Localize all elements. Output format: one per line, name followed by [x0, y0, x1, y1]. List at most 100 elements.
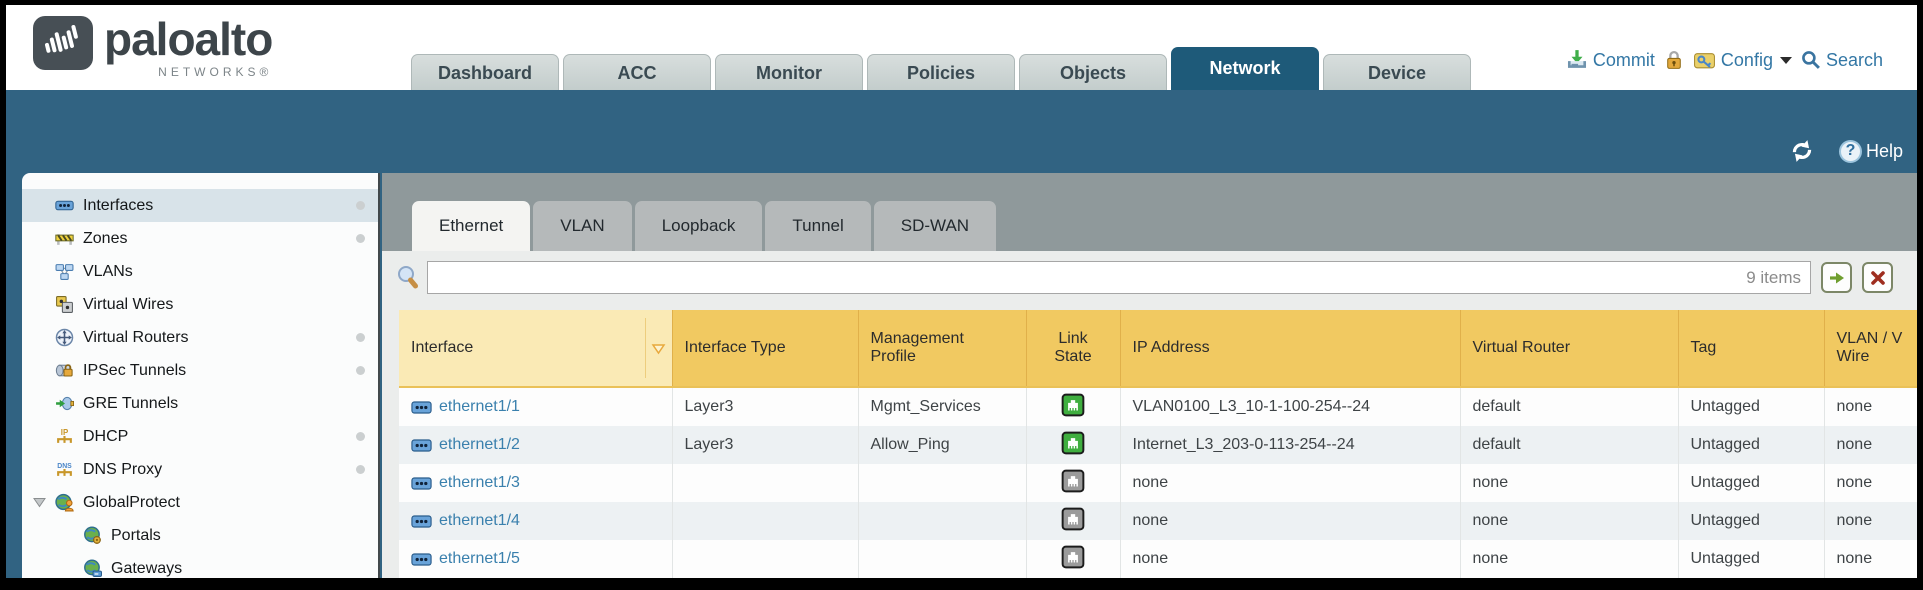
table-row[interactable]: ethernet1/2 Layer3 Allow_Ping Internet_L…	[399, 426, 1917, 464]
tab-policies[interactable]: Policies	[867, 54, 1015, 90]
sidebar-item-gre-tunnels[interactable]: GRE Tunnels	[22, 387, 378, 420]
cell-vlan-wire: none	[1824, 426, 1917, 464]
tab-device[interactable]: Device	[1323, 54, 1471, 90]
banner-bar: ? Help	[6, 90, 1917, 173]
cell-vlan-wire: none	[1824, 464, 1917, 502]
help-label: Help	[1866, 141, 1903, 162]
sidebar-item-label: Portals	[111, 527, 161, 545]
ethernet-pane: 9 items	[382, 251, 1917, 578]
paloalto-logo: paloalto NETWORKS®	[32, 15, 272, 79]
cell-interface-type: Layer3	[672, 387, 858, 426]
cell-ip-address: none	[1120, 540, 1460, 578]
sidebar-item-virtual-routers[interactable]: Virtual Routers	[22, 321, 378, 354]
config-label: Config	[1721, 50, 1773, 71]
app-window: paloalto NETWORKS® Dashboard ACC Monitor…	[6, 5, 1917, 578]
interface-link[interactable]: ethernet1/4	[411, 512, 660, 530]
cell-interface-type	[672, 502, 858, 540]
table-row[interactable]: ethernet1/4 none none Untagged	[399, 502, 1917, 540]
cell-virtual-router: default	[1460, 387, 1678, 426]
sidebar-item-globalprotect[interactable]: GlobalProtect	[22, 486, 378, 519]
ethernet-interface-icon	[411, 553, 432, 566]
item-dot	[356, 465, 365, 474]
tab-objects[interactable]: Objects	[1019, 54, 1167, 90]
brand-wordmark: paloalto	[104, 15, 272, 63]
interface-link[interactable]: ethernet1/1	[411, 398, 660, 416]
cell-ip-address: VLAN0100_L3_10-1-100-254--24	[1120, 387, 1460, 426]
search-button[interactable]: Search	[1801, 50, 1883, 71]
interface-link[interactable]: ethernet1/3	[411, 474, 660, 492]
clear-filter-button[interactable]	[1862, 262, 1893, 293]
subtab-vlan[interactable]: VLAN	[533, 201, 631, 251]
sidebar-item-virtual-wires[interactable]: Virtual Wires	[22, 288, 378, 321]
portals-icon	[83, 526, 102, 545]
item-dot	[356, 333, 365, 342]
subtab-sdwan[interactable]: SD-WAN	[874, 201, 996, 251]
column-header-management-profile[interactable]: Management Profile	[858, 310, 1026, 387]
column-header-interface[interactable]: Interface	[399, 310, 672, 387]
subtab-loopback[interactable]: Loopback	[635, 201, 763, 251]
interface-name: ethernet1/4	[439, 512, 520, 530]
commit-button[interactable]: Commit	[1566, 49, 1655, 71]
sidebar-item-dns-proxy[interactable]: DNS DNS Proxy	[22, 453, 378, 486]
sort-dropdown-icon[interactable]	[645, 318, 672, 378]
tab-network[interactable]: Network	[1171, 47, 1319, 90]
sidebar-item-label: GRE Tunnels	[83, 395, 178, 413]
virtual-routers-icon	[55, 328, 74, 347]
cell-interface-type	[672, 540, 858, 578]
table-row[interactable]: ethernet1/5 none none Untagged	[399, 540, 1917, 578]
column-header-ip-address[interactable]: IP Address	[1120, 310, 1460, 387]
sidebar-item-label: Gateways	[111, 560, 182, 578]
interface-subtabs: Ethernet VLAN Loopback Tunnel SD-WAN	[412, 173, 1917, 251]
sidebar-item-label: Interfaces	[83, 197, 153, 215]
tab-monitor[interactable]: Monitor	[715, 54, 863, 90]
column-header-vlan-wire[interactable]: VLAN / V Wire	[1824, 310, 1917, 387]
subtab-ethernet[interactable]: Ethernet	[412, 201, 530, 251]
table-row[interactable]: ethernet1/3 none none Untagged	[399, 464, 1917, 502]
interface-link[interactable]: ethernet1/5	[411, 550, 660, 568]
gre-tunnels-icon	[55, 394, 74, 413]
tab-acc[interactable]: ACC	[563, 54, 711, 90]
green-arrow-icon	[1828, 269, 1846, 287]
sidebar-item-portals[interactable]: Portals	[22, 519, 378, 552]
filter-input[interactable]	[427, 261, 1811, 294]
commit-label: Commit	[1593, 50, 1655, 71]
collapse-expander-icon[interactable]	[33, 497, 46, 508]
ethernet-interface-icon	[411, 439, 432, 452]
cell-management-profile: Mgmt_Services	[858, 387, 1026, 426]
help-button[interactable]: ? Help	[1839, 140, 1903, 163]
sidebar-item-label: Zones	[83, 230, 127, 248]
cell-vlan-wire: none	[1824, 387, 1917, 426]
sidebar-item-interfaces[interactable]: Interfaces	[22, 189, 378, 222]
cell-ip-address: none	[1120, 502, 1460, 540]
globalprotect-icon	[55, 493, 74, 512]
table-row[interactable]: ethernet1/1 Layer3 Mgmt_Services VLAN010…	[399, 387, 1917, 426]
sidebar-item-label: Virtual Routers	[83, 329, 189, 347]
sidebar-item-ipsec-tunnels[interactable]: IPSec Tunnels	[22, 354, 378, 387]
column-label: VLAN / V	[1837, 330, 1905, 348]
sidebar-item-dhcp[interactable]: IP DHCP	[22, 420, 378, 453]
interface-link[interactable]: ethernet1/2	[411, 436, 660, 454]
sidebar-item-vlans[interactable]: VLANs	[22, 255, 378, 288]
filter-row: 9 items	[395, 261, 1893, 294]
cell-tag: Untagged	[1678, 540, 1824, 578]
sidebar-item-gateways[interactable]: Gateways	[22, 552, 378, 578]
interface-name: ethernet1/3	[439, 474, 520, 492]
lock-icon[interactable]	[1664, 49, 1684, 71]
column-header-virtual-router[interactable]: Virtual Router	[1460, 310, 1678, 387]
cell-tag: Untagged	[1678, 464, 1824, 502]
subtab-tunnel[interactable]: Tunnel	[765, 201, 870, 251]
column-header-tag[interactable]: Tag	[1678, 310, 1824, 387]
item-count: 9 items	[1746, 268, 1801, 288]
config-menu-button[interactable]: Config	[1693, 50, 1792, 71]
column-label: Wire	[1837, 348, 1905, 366]
column-header-link-state[interactable]: Link State	[1026, 310, 1120, 387]
tab-dashboard[interactable]: Dashboard	[411, 54, 559, 90]
refresh-icon[interactable]	[1789, 139, 1815, 163]
sidebar-item-label: DNS Proxy	[83, 461, 162, 479]
column-header-interface-type[interactable]: Interface Type	[672, 310, 858, 387]
apply-filter-button[interactable]	[1821, 262, 1852, 293]
cell-vlan-wire: none	[1824, 502, 1917, 540]
brand-subtext: NETWORKS®	[158, 65, 272, 79]
interface-name: ethernet1/1	[439, 398, 520, 416]
sidebar-item-zones[interactable]: Zones	[22, 222, 378, 255]
